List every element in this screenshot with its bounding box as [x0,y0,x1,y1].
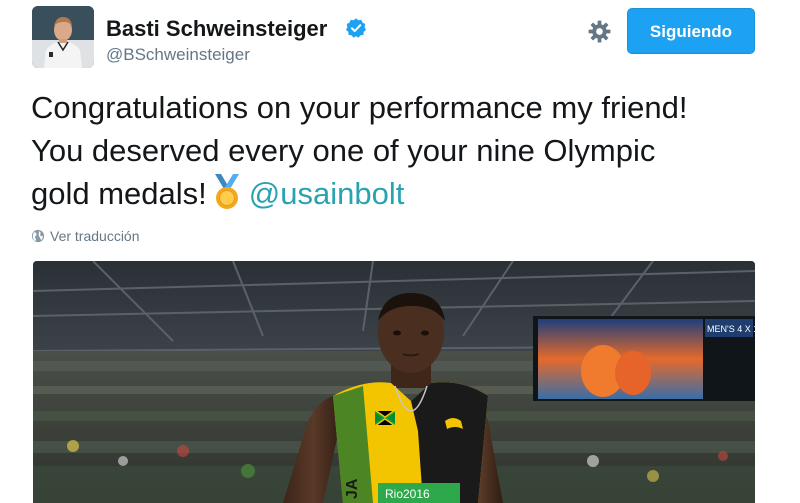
athlete-photo: MEN'S 4 X 1 JA Rio2016 [33,261,755,503]
tweet-text: Congratulations on your performance my f… [31,86,771,215]
translate-link[interactable]: Ver traducción [31,228,140,244]
tweet-card: Basti Schweinsteiger @BSchweinsteiger Si… [0,0,800,503]
medal-emoji-icon [214,174,239,209]
tweet-text-line-3: gold medals! @usainbolt [31,172,771,215]
scoreboard: MEN'S 4 X 1 [533,316,755,401]
shirt-text: JA [344,478,361,499]
tweet-text-line-1: Congratulations on your performance my f… [31,90,688,125]
display-name[interactable]: Basti Schweinsteiger [106,16,327,42]
gear-icon[interactable] [587,19,612,44]
tweet-text-line-2: You deserved every one of your nine Olym… [31,133,656,168]
following-button[interactable]: Siguiendo [627,8,755,54]
username[interactable]: @BSchweinsteiger [106,45,250,65]
mention-link[interactable]: @usainbolt [249,176,405,211]
avatar-photo [32,6,94,68]
tweet-media[interactable]: MEN'S 4 X 1 JA Rio2016 [33,261,755,503]
scoreboard-text: MEN'S 4 X 1 [707,324,755,334]
bib-text: Rio2016 [385,487,430,501]
verified-badge-icon [346,18,366,38]
avatar[interactable] [32,6,94,68]
tweet-text-line-3-text: gold medals! [31,176,207,211]
globe-icon [31,229,45,243]
flag-patch [374,409,396,427]
translate-label: Ver traducción [50,228,140,244]
